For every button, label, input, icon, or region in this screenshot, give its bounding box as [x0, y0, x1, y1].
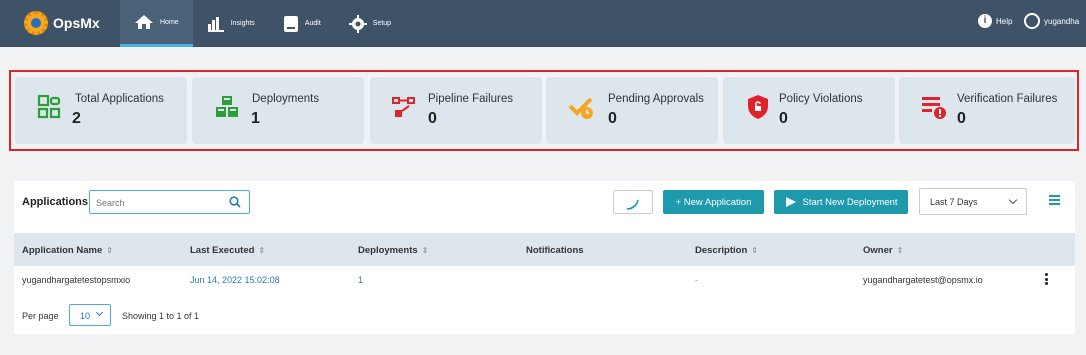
- applications-grid-icon: [37, 94, 61, 119]
- nav-setup-label: Setup: [372, 20, 392, 27]
- card-value: 0: [957, 110, 966, 127]
- pagination-summary: Showing 1 to 1 of 1: [122, 311, 200, 321]
- cell-deployments[interactable]: 1: [358, 275, 363, 285]
- home-icon: [135, 15, 153, 29]
- card-value: 2: [72, 110, 81, 127]
- cell-owner: yugandhargatetest@opsmx.io: [863, 275, 983, 285]
- nav-insights-label: Insights: [230, 20, 255, 27]
- opsmx-logo-icon: [24, 11, 48, 35]
- card-label: Verification Failures: [957, 93, 1058, 105]
- card-value: 0: [428, 110, 437, 127]
- per-page-value: 10: [80, 311, 91, 321]
- hamburger-menu-icon[interactable]: [1049, 195, 1060, 207]
- spinnaker-button[interactable]: [613, 190, 653, 214]
- start-deployment-button[interactable]: Start New Deployment: [774, 190, 908, 214]
- nav-setup[interactable]: Setup: [335, 0, 405, 47]
- card-label: Deployments: [252, 93, 320, 105]
- date-range-select[interactable]: Last 7 Days: [919, 188, 1027, 215]
- search-input[interactable]: [96, 195, 216, 210]
- card-label: Policy Violations: [779, 93, 863, 105]
- per-page-label: Per page: [22, 311, 59, 321]
- card-label: Total Applications: [75, 93, 164, 105]
- card-policy-violations[interactable]: Policy Violations 0: [723, 77, 895, 144]
- col-notifications: Notifications: [526, 245, 584, 256]
- nav-home-label: Home: [160, 18, 179, 26]
- play-icon: [786, 197, 797, 207]
- card-value: 1: [251, 110, 260, 127]
- help-label: Help: [996, 16, 1013, 26]
- cell-description: -: [695, 275, 698, 285]
- nav-insights[interactable]: Insights: [193, 0, 269, 47]
- user-menu[interactable]: yugandha: [1024, 13, 1079, 29]
- col-last-executed[interactable]: Last Executed ⇕: [190, 245, 265, 256]
- verification-failure-icon: [922, 97, 946, 119]
- applications-title: Applications: [22, 196, 89, 208]
- col-owner[interactable]: Owner ⇕: [863, 245, 903, 256]
- user-name: yugandha: [1044, 16, 1080, 26]
- insights-icon: [207, 16, 224, 32]
- info-icon: i: [978, 14, 992, 28]
- help-link[interactable]: i Help: [978, 14, 1012, 28]
- col-deployments[interactable]: Deployments ⇕: [358, 245, 428, 256]
- start-deployment-label: Start New Deployment: [802, 196, 898, 208]
- spinnaker-icon: [626, 196, 640, 210]
- chevron-down-icon: [1008, 195, 1018, 205]
- pending-approval-icon: [568, 97, 593, 119]
- per-page-select[interactable]: 10: [69, 304, 111, 326]
- nav-home[interactable]: Home: [120, 0, 193, 47]
- new-application-button[interactable]: + New Application: [663, 190, 764, 214]
- card-value: 0: [608, 110, 617, 127]
- nav-audit-label: Audit: [304, 20, 321, 27]
- pipeline-failure-icon: [392, 97, 415, 117]
- cell-last-executed[interactable]: Jun 14, 2022 15:02:08: [190, 275, 280, 285]
- cell-application-name[interactable]: yugandhargatetestopsmxio: [22, 275, 130, 285]
- chevron-down-icon: [95, 308, 104, 317]
- card-total-applications[interactable]: Total Applications 2: [15, 77, 187, 144]
- card-value: 0: [779, 110, 788, 127]
- search-icon[interactable]: [229, 196, 241, 208]
- cubes-icon: [216, 96, 238, 117]
- main-nav: Home Insights Audit Setup: [120, 0, 405, 47]
- col-application-name[interactable]: Application Name ⇕: [22, 245, 113, 256]
- card-label: Pipeline Failures: [428, 93, 514, 105]
- card-pipeline-failures[interactable]: Pipeline Failures 0: [370, 77, 542, 144]
- user-avatar-icon: [1024, 13, 1040, 29]
- nav-audit[interactable]: Audit: [269, 0, 335, 47]
- brand-name: OpsMx: [53, 15, 100, 31]
- card-verification-failures[interactable]: Verification Failures 0: [899, 77, 1075, 144]
- shield-lock-icon: [748, 95, 768, 119]
- brand-logo[interactable]: OpsMx: [24, 11, 100, 35]
- gear-icon: [348, 14, 367, 33]
- audit-icon: [283, 15, 298, 32]
- card-deployments[interactable]: Deployments 1: [192, 77, 364, 144]
- search-box[interactable]: [89, 190, 250, 214]
- col-description[interactable]: Description ⇕: [695, 245, 758, 256]
- card-label: Pending Approvals: [608, 93, 704, 105]
- top-navbar: OpsMx Home Insights Audit Setup i Help y…: [0, 0, 1086, 47]
- card-pending-approvals[interactable]: Pending Approvals 0: [546, 77, 718, 144]
- date-range-value: Last 7 Days: [930, 197, 978, 207]
- row-actions-icon[interactable]: [1045, 273, 1048, 287]
